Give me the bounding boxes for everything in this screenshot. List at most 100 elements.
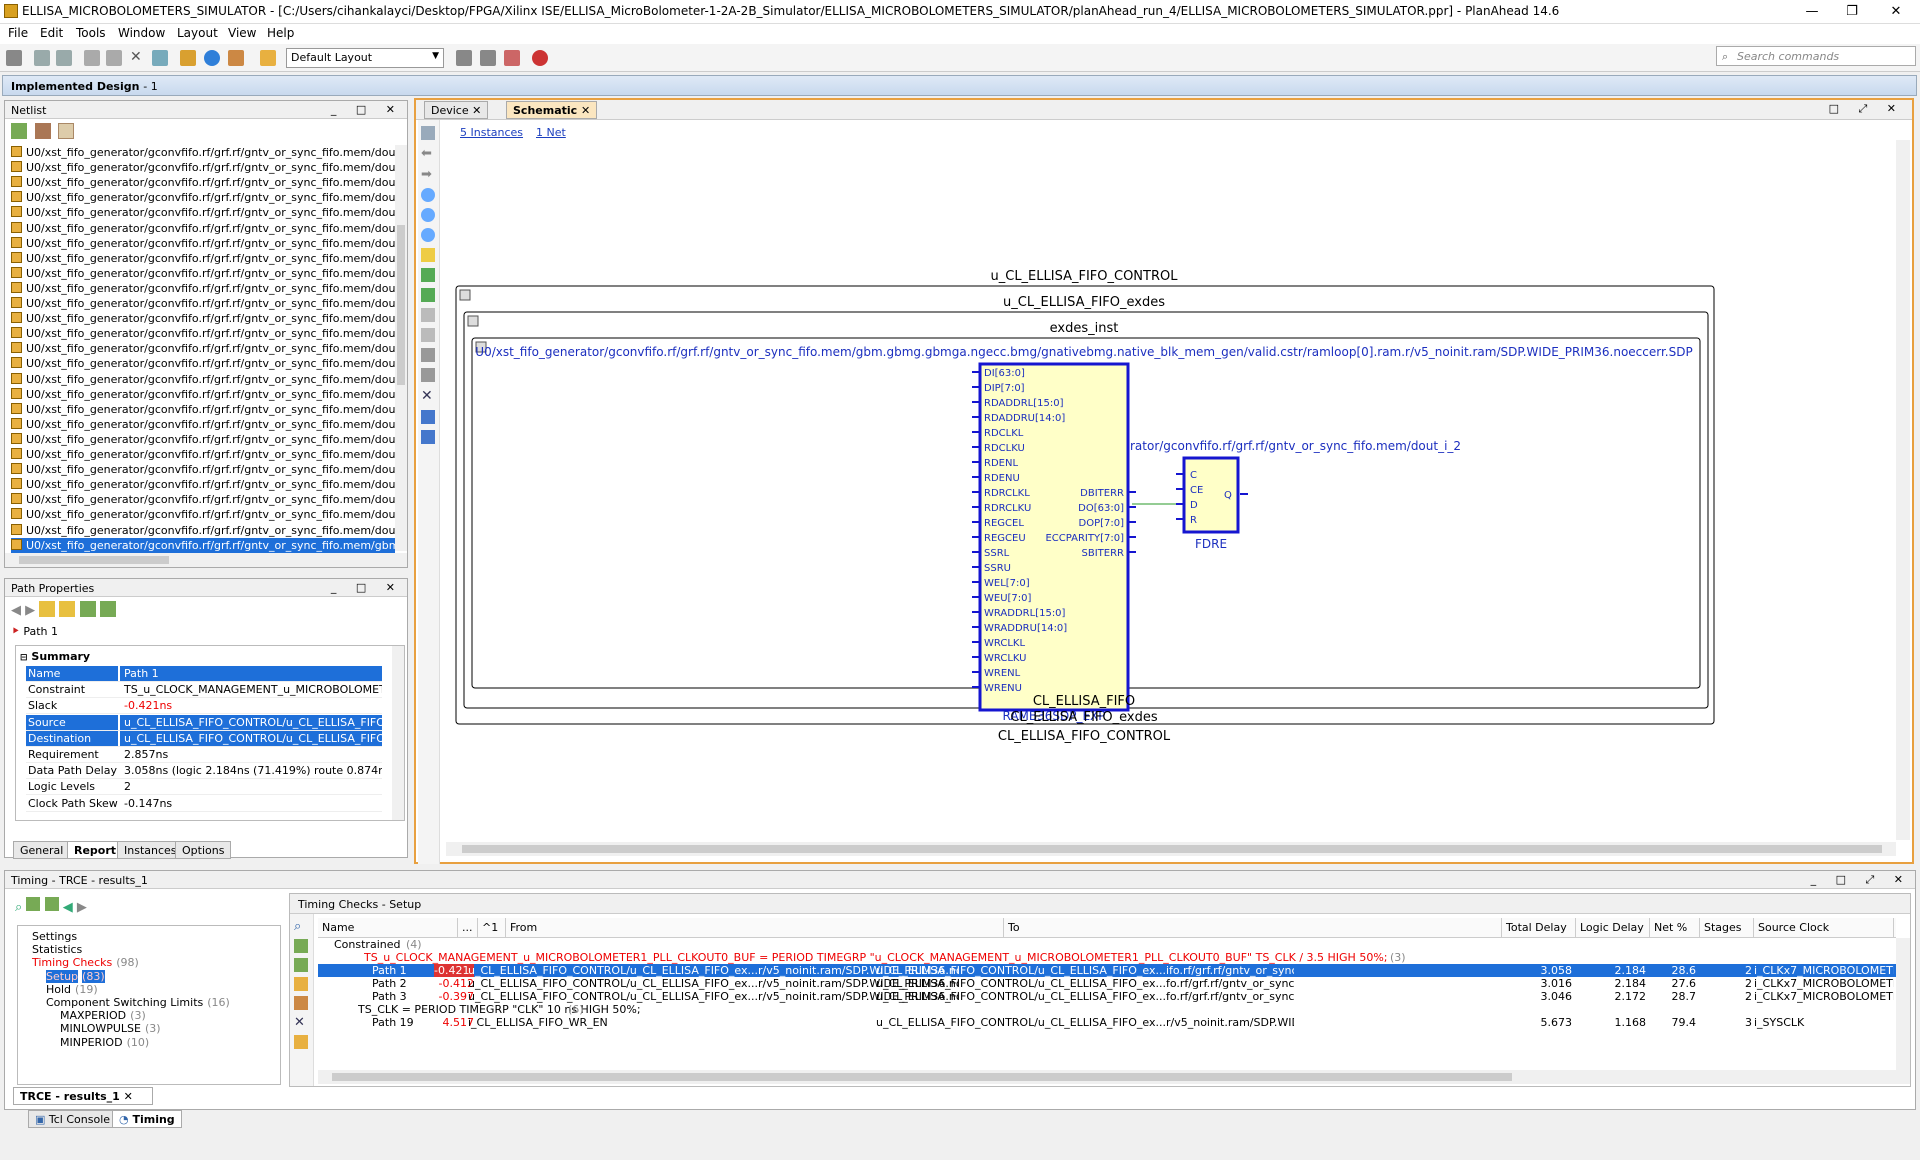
unplace-icon[interactable] (504, 50, 520, 66)
expand-icon[interactable] (421, 268, 435, 282)
property-row[interactable]: Destination u_CL_ELLISA_FIFO_CONTROL/u_CL… (26, 730, 382, 747)
select-icon[interactable] (421, 248, 435, 262)
netlist-row[interactable]: U0/xst_fifo_generator/gconvfifo.rf/grf.r… (11, 296, 395, 311)
menu-view[interactable]: View (228, 26, 256, 40)
add-icon[interactable] (421, 308, 435, 322)
select-icon[interactable] (294, 977, 308, 991)
marker-icon[interactable] (456, 50, 472, 66)
collapse-icon[interactable] (294, 939, 308, 953)
netlist-hscroll[interactable] (5, 553, 407, 567)
property-row[interactable]: Constraint TS_u_CLOCK_MANAGEMENT_u_MICROB… (26, 682, 382, 699)
timing-tree-item[interactable]: Component Switching Limits (16) (46, 996, 230, 1010)
paste-icon[interactable] (106, 50, 122, 66)
properties-icon[interactable] (152, 50, 168, 66)
collapse-icon[interactable] (79, 601, 96, 617)
netlist-row[interactable]: U0/xst_fifo_generator/gconvfifo.rf/grf.r… (11, 266, 395, 281)
zoom-fit-icon[interactable] (421, 228, 435, 242)
maximize-button[interactable]: ❐ (1832, 2, 1872, 22)
tab-options[interactable]: Options (175, 841, 232, 859)
menu-tools[interactable]: Tools (76, 26, 106, 40)
pointer-icon[interactable] (59, 601, 76, 617)
zoom-in-icon[interactable] (421, 188, 435, 202)
tools-icon[interactable] (228, 50, 244, 66)
back-arrow-icon[interactable]: ◀ (63, 900, 73, 915)
col-logic-delay[interactable]: Logic Delay (1576, 918, 1650, 938)
netlist-row[interactable]: U0/xst_fifo_generator/gconvfifo.rf/grf.r… (11, 537, 395, 553)
settings-icon[interactable] (260, 50, 276, 66)
collapse-icon[interactable] (11, 123, 27, 139)
schematic-vscroll[interactable] (1896, 140, 1910, 840)
netlist-row[interactable]: U0/xst_fifo_generator/gconvfifo.rf/grf.r… (11, 281, 395, 296)
property-row[interactable]: Data Path Delay 3.058ns (logic 2.184ns (7… (26, 763, 382, 780)
tab-trce-results[interactable]: TRCE - results_1 ✕ (13, 1087, 153, 1105)
netlist-row[interactable]: U0/xst_fifo_generator/gconvfifo.rf/grf.r… (11, 356, 395, 371)
tab-schematic[interactable]: Schematic ✕ (506, 101, 598, 119)
expand-icon[interactable] (99, 601, 116, 617)
summary-section[interactable]: ⊟ Summary (20, 650, 90, 663)
collapse-control-icon[interactable] (459, 289, 471, 301)
close-icon[interactable]: ✕ (421, 388, 436, 404)
netlist-row[interactable]: U0/xst_fifo_generator/gconvfifo.rf/grf.r… (11, 341, 395, 356)
netlist-row[interactable]: U0/xst_fifo_generator/gconvfifo.rf/grf.r… (11, 477, 395, 492)
col-slack[interactable]: ... (458, 918, 478, 938)
netlist-row[interactable]: U0/xst_fifo_generator/gconvfifo.rf/grf.r… (11, 387, 395, 402)
search-input[interactable]: Search commands (1716, 46, 1916, 66)
netlist-tree[interactable]: U0/xst_fifo_generator/gconvfifo.rf/grf.r… (5, 145, 397, 553)
schematic-canvas[interactable]: u_CL_ELLISA_FIFO_CONTROL u_CL_ELLISA_FIF… (444, 140, 1894, 840)
close-icon[interactable]: ✕ (294, 1015, 309, 1030)
check-icon[interactable] (204, 50, 220, 66)
timing-tree-item[interactable]: Hold (19) (46, 983, 98, 997)
property-row[interactable]: Requirement 2.857ns (26, 747, 382, 763)
netlist-row[interactable]: U0/xst_fifo_generator/gconvfifo.rf/grf.r… (11, 145, 395, 160)
tab-report[interactable]: Report (67, 841, 124, 859)
netlist-row[interactable]: U0/xst_fifo_generator/gconvfifo.rf/grf.r… (11, 447, 395, 462)
expand-icon[interactable] (44, 897, 59, 911)
minimize-button[interactable]: — (1792, 2, 1832, 22)
props-vscroll[interactable] (392, 646, 404, 820)
netlist-row[interactable]: U0/xst_fifo_generator/gconvfifo.rf/grf.r… (11, 190, 395, 205)
netlist-row[interactable]: U0/xst_fifo_generator/gconvfifo.rf/grf.r… (11, 160, 395, 175)
hierarchy-icon[interactable] (58, 123, 74, 139)
netlist-row[interactable]: U0/xst_fifo_generator/gconvfifo.rf/grf.r… (11, 372, 395, 387)
menu-file[interactable]: File (8, 26, 28, 40)
col-stages[interactable]: Stages (1700, 918, 1754, 938)
save-icon[interactable] (6, 50, 22, 66)
tab-instances[interactable]: Instances (117, 841, 184, 859)
pin-icon[interactable] (480, 50, 496, 66)
netlist-row[interactable]: U0/xst_fifo_generator/gconvfifo.rf/grf.r… (11, 175, 395, 190)
tab-device[interactable]: Device ✕ (424, 101, 489, 119)
fit-icon[interactable] (421, 126, 435, 140)
copy-icon[interactable] (84, 50, 100, 66)
instances-link[interactable]: 5 Instances (460, 126, 523, 139)
netlist-row[interactable]: U0/xst_fifo_generator/gconvfifo.rf/grf.r… (11, 492, 395, 507)
layout-select[interactable]: Default Layout ▼ (286, 48, 444, 68)
back-arrow-icon[interactable]: ◀ (11, 603, 21, 618)
forward-arrow-icon[interactable]: ▶ (77, 900, 87, 915)
options-icon[interactable] (421, 430, 435, 444)
timing-tree-item[interactable]: MINLOWPULSE (3) (60, 1022, 161, 1036)
search-icon[interactable]: ⌕ (294, 919, 309, 934)
remove-icon[interactable] (421, 328, 435, 342)
collapse-icon[interactable] (421, 288, 435, 302)
timing-tree-item[interactable]: MAXPERIOD (3) (60, 1009, 146, 1023)
back-arrow-icon[interactable]: ⬅ (421, 146, 436, 161)
nets-link[interactable]: 1 Net (536, 126, 566, 139)
col-sort[interactable]: ^1 (478, 918, 506, 938)
close-window-button[interactable]: ✕ (1876, 2, 1916, 22)
timing-tree-item[interactable]: Settings (32, 930, 77, 944)
panel-controls[interactable]: _ □ ✕ (331, 581, 403, 594)
timing-tree-item[interactable]: Setup (83) (46, 969, 105, 984)
col-to[interactable]: To (1004, 918, 1502, 938)
property-row[interactable]: Slack -0.421ns (26, 698, 382, 715)
collapse-icon[interactable] (26, 897, 41, 911)
netlist-row[interactable]: U0/xst_fifo_generator/gconvfifo.rf/grf.r… (11, 507, 395, 522)
menu-layout[interactable]: Layout (177, 26, 218, 40)
menu-help[interactable]: Help (267, 26, 294, 40)
col-source-clock[interactable]: Source Clock (1754, 918, 1894, 938)
report-icon[interactable] (294, 1035, 308, 1049)
delete-icon[interactable]: ✕ (130, 50, 146, 66)
netlist-row[interactable]: U0/xst_fifo_generator/gconvfifo.rf/grf.r… (11, 402, 395, 417)
netlist-row[interactable]: U0/xst_fifo_generator/gconvfifo.rf/grf.r… (11, 311, 395, 326)
timing-tree[interactable]: Settings Statistics Timing Checks (98) Setup… (17, 925, 281, 1085)
netlist-vscroll[interactable] (395, 145, 407, 551)
